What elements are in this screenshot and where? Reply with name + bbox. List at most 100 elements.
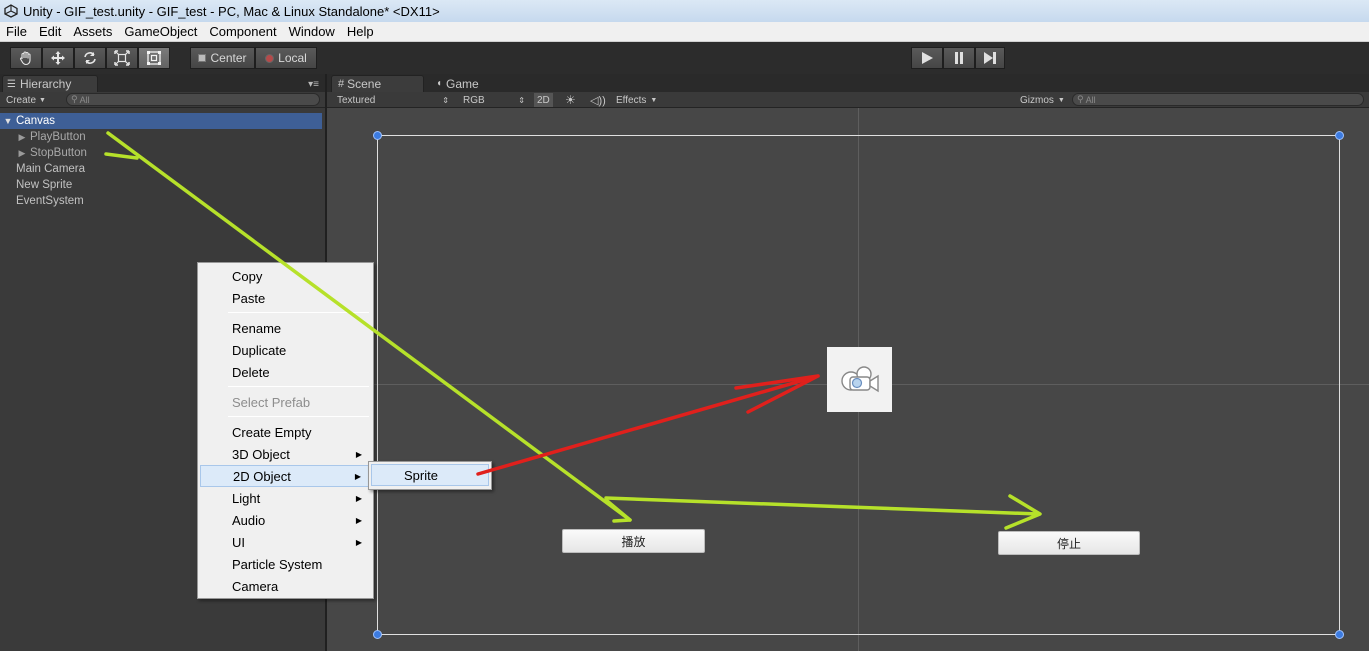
menu-edit[interactable]: Edit xyxy=(33,24,67,39)
effects-dropdown[interactable]: Effects ▼ xyxy=(616,93,657,107)
pivot-local-label: Local xyxy=(278,51,307,65)
hand-icon xyxy=(18,50,34,66)
tab-hierarchy[interactable]: ☰ Hierarchy xyxy=(2,75,98,92)
submenu-arrow-icon: ▶ xyxy=(355,493,362,503)
tab-hierarchy-label: Hierarchy xyxy=(19,77,72,91)
tab-game-label: Game xyxy=(446,76,479,91)
submenu-arrow-icon: ▶ xyxy=(355,515,362,525)
pivot-center-label: Center xyxy=(210,51,247,65)
unity-logo-icon xyxy=(4,4,18,18)
menu-item-label: Particle System xyxy=(232,556,323,572)
window-title: Unity - GIF_test.unity - GIF_test - PC, … xyxy=(23,3,440,19)
menu-item-label: Camera xyxy=(232,578,279,594)
chevron-down-icon: ▼ xyxy=(1057,96,1065,104)
hierarchy-item-eventsystem[interactable]: EventSystem xyxy=(0,193,322,209)
play-button[interactable] xyxy=(911,47,943,69)
menu-item-duplicate[interactable]: Duplicate xyxy=(200,339,371,361)
scene-viewport[interactable]: 播放 停止 xyxy=(327,108,1369,651)
rect-handle-bottom-right[interactable] xyxy=(1335,630,1344,639)
menu-item-label: Light xyxy=(232,490,261,506)
menu-item-ui[interactable]: UI ▶ xyxy=(200,531,371,553)
play-ui-button-label: 播放 xyxy=(621,534,646,549)
rect-icon xyxy=(146,50,162,66)
chevron-down-icon: ▼ xyxy=(650,96,658,104)
rect-handle-top-right[interactable] xyxy=(1335,131,1344,140)
play-ui-button[interactable]: 播放 xyxy=(562,529,705,553)
menu-item-delete[interactable]: Delete xyxy=(200,361,371,383)
menu-item-label: Create Empty xyxy=(232,424,312,440)
play-icon xyxy=(920,51,934,65)
hierarchy-item-label: Main Camera xyxy=(16,163,86,175)
hierarchy-item-canvas[interactable]: ▼ Canvas xyxy=(0,113,322,129)
pause-button[interactable] xyxy=(943,47,975,69)
rect-handle-bottom-left[interactable] xyxy=(373,630,382,639)
menu-item-particle-system[interactable]: Particle System xyxy=(200,553,371,575)
menu-item-sprite[interactable]: Sprite xyxy=(371,464,489,486)
speaker-icon: ◁)) xyxy=(590,94,606,107)
color-mode-dropdown[interactable]: RGB ⇕ xyxy=(463,93,525,107)
scene-toolbar: Textured ⇕ RGB ⇕ 2D ☀ ◁)) Effects ▼ Gizm… xyxy=(327,92,1369,108)
camera-gizmo-icon[interactable] xyxy=(827,347,892,412)
rect-handle-top-left[interactable] xyxy=(373,131,382,140)
hierarchy-item-label: EventSystem xyxy=(16,195,84,207)
menu-gameobject[interactable]: GameObject xyxy=(118,24,203,39)
menu-file[interactable]: File xyxy=(0,24,33,39)
scene-tab-bar: # Scene ◖ Game xyxy=(327,74,1369,92)
menu-item-2d-object[interactable]: 2D Object ▶ xyxy=(200,465,371,487)
hierarchy-search-input[interactable]: ⚲ All xyxy=(66,93,320,106)
expand-closed-icon[interactable]: ▶ xyxy=(17,148,27,159)
step-button[interactable] xyxy=(975,47,1005,69)
hand-tool-button[interactable] xyxy=(10,47,42,69)
pause-icon xyxy=(952,51,966,65)
tab-scene[interactable]: # Scene xyxy=(331,75,424,92)
rotate-tool-button[interactable] xyxy=(74,47,106,69)
expand-open-icon[interactable]: ▼ xyxy=(3,116,13,126)
chevron-updown-icon: ⇕ xyxy=(442,95,449,105)
scene-search-input[interactable]: ⚲ All xyxy=(1072,93,1364,106)
search-placeholder: All xyxy=(1085,94,1096,105)
hierarchy-item-new-sprite[interactable]: New Sprite xyxy=(0,177,322,193)
menu-item-label: Rename xyxy=(232,320,282,336)
chevron-updown-icon: ⇕ xyxy=(518,95,525,105)
tab-game[interactable]: ◖ Game xyxy=(430,75,510,92)
pivot-center-button[interactable]: Center xyxy=(190,47,255,69)
menu-item-audio[interactable]: Audio ▶ xyxy=(200,509,371,531)
rect-tool-button[interactable] xyxy=(138,47,170,69)
menu-item-3d-object[interactable]: 3D Object ▶ xyxy=(200,443,371,465)
expand-closed-icon[interactable]: ▶ xyxy=(17,132,27,143)
hierarchy-toolbar: Create ▼ ⚲ All xyxy=(0,92,325,108)
audio-toggle[interactable]: ◁)) xyxy=(590,93,606,107)
menu-help[interactable]: Help xyxy=(341,24,380,39)
menu-item-label: 2D Object xyxy=(233,468,291,484)
local-icon xyxy=(265,53,275,63)
menu-item-light[interactable]: Light ▶ xyxy=(200,487,371,509)
menu-item-copy[interactable]: Copy xyxy=(200,265,371,287)
gizmos-dropdown[interactable]: Gizmos ▼ xyxy=(1020,93,1065,107)
menu-item-paste[interactable]: Paste xyxy=(200,287,371,309)
color-mode-label: RGB xyxy=(463,94,485,106)
hierarchy-item-stopbutton[interactable]: ▶ StopButton xyxy=(0,145,322,161)
menu-window[interactable]: Window xyxy=(283,24,341,39)
menu-assets[interactable]: Assets xyxy=(67,24,118,39)
lighting-toggle[interactable]: ☀ xyxy=(565,93,576,107)
create-dropdown[interactable]: Create ▼ xyxy=(6,93,46,107)
scale-tool-button[interactable] xyxy=(106,47,138,69)
pivot-controls: Center Local xyxy=(190,47,317,69)
menu-item-label: Duplicate xyxy=(232,342,287,358)
stop-ui-button[interactable]: 停止 xyxy=(998,531,1140,555)
step-icon xyxy=(983,51,997,65)
submenu-arrow-icon: ▶ xyxy=(354,471,361,481)
menu-component[interactable]: Component xyxy=(203,24,282,39)
panel-menu-icon[interactable]: ▾≡ xyxy=(308,79,319,90)
hierarchy-item-main-camera[interactable]: Main Camera xyxy=(0,161,322,177)
hierarchy-item-playbutton[interactable]: ▶ PlayButton xyxy=(0,129,322,145)
render-mode-dropdown[interactable]: Textured ⇕ xyxy=(337,93,449,107)
menu-item-create-empty[interactable]: Create Empty xyxy=(200,421,371,443)
menu-item-camera[interactable]: Camera xyxy=(200,575,371,597)
menu-item-label: Delete xyxy=(232,364,270,380)
grid-icon: # xyxy=(338,78,345,90)
move-tool-button[interactable] xyxy=(42,47,74,69)
pivot-local-button[interactable]: Local xyxy=(255,47,317,69)
menu-item-rename[interactable]: Rename xyxy=(200,317,371,339)
toggle-2d-button[interactable]: 2D xyxy=(534,93,553,107)
